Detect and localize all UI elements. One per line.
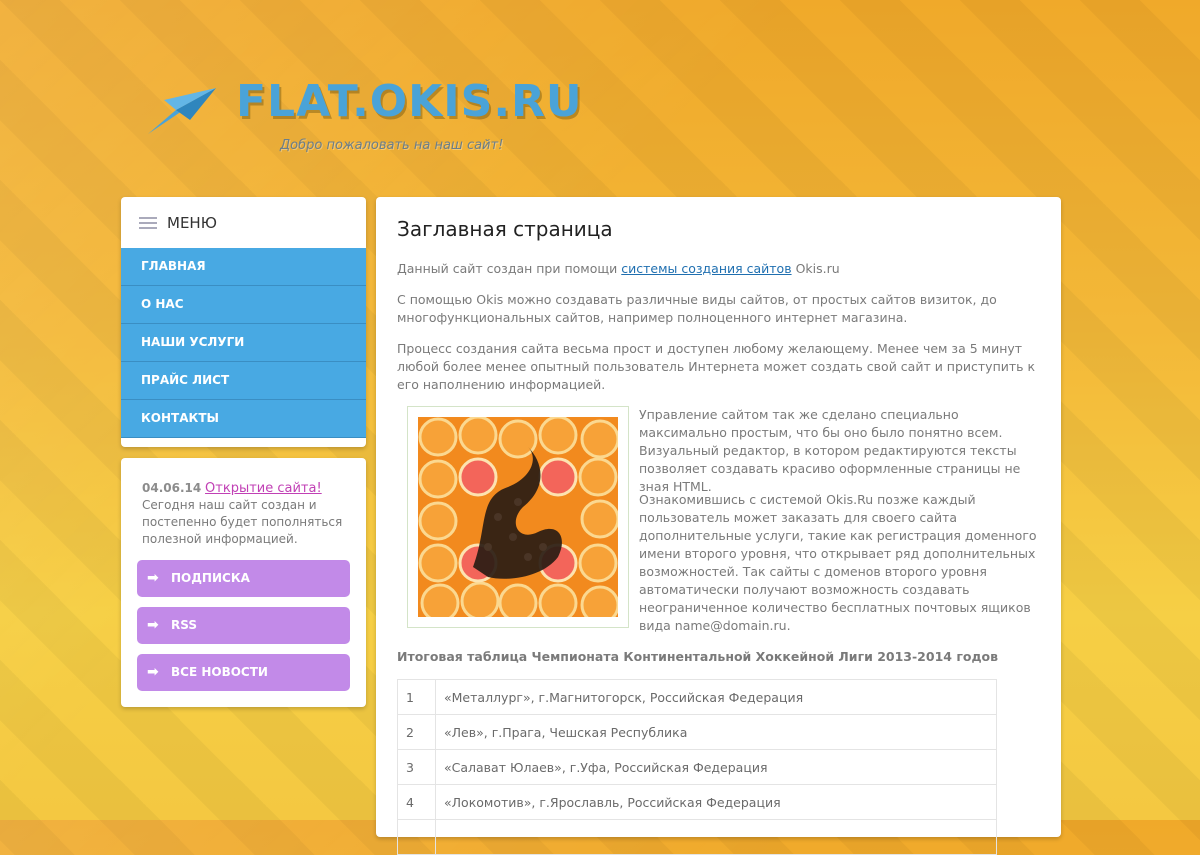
menu-item-contacts[interactable]: КОНТАКТЫ (121, 400, 366, 438)
table-row: 1 «Металлург», г.Магнитогорск, Российская… (397, 679, 997, 715)
team-name: «Металлург», г.Магнитогорск, Российская … (435, 679, 997, 715)
table-row (397, 819, 997, 855)
paragraph-4: Управление сайтом так же сделано специал… (639, 407, 1021, 494)
row-number: 1 (397, 679, 436, 715)
sidebar-menu: МЕНЮ ГЛАВНАЯ О НАС НАШИ УСЛУГИ ПРАЙС ЛИС… (121, 197, 366, 447)
site-logo[interactable]: FLAT.OKIS.RU Добро пожаловать на наш сай… (146, 76, 582, 166)
subscribe-label: ПОДПИСКА (171, 571, 250, 585)
team-name: «Лев», г.Прага, Чешская Республика (435, 714, 997, 750)
news-date: 04.06.14 (142, 481, 202, 495)
news-widget: 04.06.14 Открытие сайта! Сегодня наш сай… (121, 458, 366, 707)
all-news-button[interactable]: ➡ ВСЕ НОВОСТИ (137, 654, 350, 691)
oranges-photo (418, 417, 618, 617)
menu-item-services[interactable]: НАШИ УСЛУГИ (121, 324, 366, 362)
intro-paragraph: Данный сайт создан при помощи системы со… (397, 260, 1037, 278)
paragraph-2: С помощью Okis можно создавать различные… (397, 292, 997, 325)
arrow-right-icon: ➡ (147, 570, 159, 586)
rss-label: RSS (171, 618, 197, 632)
table-row: 3 «Салават Юлаев», г.Уфа, Российская Феде… (397, 749, 997, 785)
news-item: 04.06.14 Открытие сайта! Сегодня наш сай… (142, 480, 347, 548)
menu-item-home[interactable]: ГЛАВНАЯ (121, 248, 366, 286)
intro-text: Данный сайт создан при помощи (397, 261, 618, 276)
news-text: Сегодня наш сайт создан и постепенно буд… (142, 498, 343, 546)
subscribe-button[interactable]: ➡ ПОДПИСКА (137, 560, 350, 597)
site-slogan: Добро пожаловать на наш сайт! (280, 138, 504, 153)
row-number (397, 819, 436, 855)
championship-table: 1 «Металлург», г.Магнитогорск, Российская… (397, 679, 997, 855)
arrow-right-icon: ➡ (147, 664, 159, 680)
cms-link[interactable]: системы создания сайтов (621, 261, 791, 276)
arrow-right-icon: ➡ (147, 617, 159, 633)
all-news-label: ВСЕ НОВОСТИ (171, 665, 268, 679)
site-name: FLAT.OKIS.RU (236, 76, 583, 127)
menu-header: МЕНЮ (121, 197, 366, 248)
menu-title: МЕНЮ (167, 213, 217, 232)
main-content: Заглавная страница Данный сайт создан пр… (376, 197, 1061, 855)
menu-list-icon (139, 214, 157, 232)
intro-brand: Okis.ru (795, 261, 840, 276)
row-number: 4 (397, 784, 436, 820)
table-title: Итоговая таблица Чемпионата Континенталь… (397, 649, 999, 664)
team-name: «Локомотив», г.Ярославль, Российская Фед… (435, 784, 997, 820)
oranges-image (407, 406, 629, 628)
table-row: 2 «Лев», г.Прага, Чешская Республика (397, 714, 997, 750)
menu-item-prices[interactable]: ПРАЙС ЛИСТ (121, 362, 366, 400)
news-link[interactable]: Открытие сайта! (205, 481, 322, 496)
team-name (435, 819, 997, 855)
row-number: 3 (397, 749, 436, 785)
page-title: Заглавная страница (397, 217, 613, 241)
menu-item-about[interactable]: О НАС (121, 286, 366, 324)
row-number: 2 (397, 714, 436, 750)
rss-button[interactable]: ➡ RSS (137, 607, 350, 644)
paragraph-3: Процесс создания сайта весьма прост и до… (397, 341, 1036, 392)
team-name: «Салават Юлаев», г.Уфа, Российская Федер… (435, 749, 997, 785)
paragraph-5: Ознакомившись с системой Okis.Ru позже к… (639, 492, 1037, 633)
table-row: 4 «Локомотив», г.Ярославль, Российская Фе… (397, 784, 997, 820)
paper-plane-logo-icon (148, 88, 216, 134)
